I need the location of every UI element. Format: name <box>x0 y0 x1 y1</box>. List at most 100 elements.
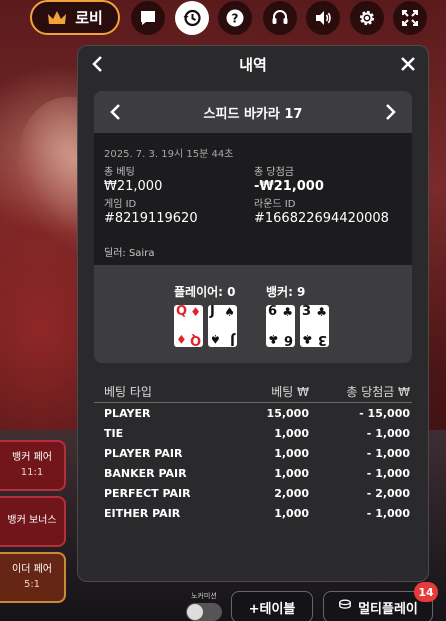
sidebet-label: 뱅커 페어 <box>12 452 52 463</box>
banker-card-1: 6 ♣ 6 ♣ <box>266 305 295 347</box>
no-commission-label: 노커미션 <box>191 592 217 600</box>
lobby-label: 로비 <box>75 9 103 27</box>
toggle-knob <box>187 604 203 620</box>
diamond-icon: ♦ <box>190 305 201 319</box>
card-rank: Q <box>189 332 201 347</box>
total-win-label: 총 당첨금 <box>254 167 294 178</box>
bet-type: BANKER PAIR <box>104 466 187 480</box>
sidebet-either-pair[interactable]: 이더 페어 5:1 <box>0 552 66 603</box>
bets-table-header: 베팅 타입 베팅 ₩ 총 당첨금 ₩ <box>94 381 412 403</box>
round-info: 2025. 7. 3. 19시 15분 44초 총 베팅 ₩21,000 총 당… <box>94 133 412 265</box>
volume-icon[interactable] <box>306 1 340 35</box>
prev-round-button[interactable] <box>106 102 126 122</box>
add-table-label: +테이블 <box>248 601 296 617</box>
table-row: PLAYER 15,000 - 15,000 <box>94 403 412 423</box>
bet-type: EITHER PAIR <box>104 506 181 520</box>
table-row: BANKER PAIR 1,000 - 1,000 <box>94 463 412 483</box>
game-name: 스피드 바카라 17 <box>203 106 303 122</box>
card-rank: 6 <box>268 304 278 319</box>
card-rank: Q <box>176 304 188 319</box>
card-rank: 6 <box>283 332 293 347</box>
club-icon: ♣ <box>302 332 313 346</box>
no-commission-toggle[interactable] <box>186 603 222 621</box>
bet-win: - 2,000 <box>366 486 410 500</box>
spade-icon: ♠ <box>210 332 221 346</box>
round-datetime: 2025. 7. 3. 19시 15분 44초 <box>104 149 234 160</box>
bet-win: - 1,000 <box>366 426 410 440</box>
bet-win: - 15,000 <box>359 406 410 420</box>
spade-icon: ♠ <box>224 305 235 319</box>
card-rank: 3 <box>317 332 327 347</box>
player-score: 플레이어: 0 <box>174 285 236 299</box>
player-card-1: Q ♦ Q ♦ <box>174 305 203 347</box>
bet-type: PLAYER PAIR <box>104 446 183 460</box>
game-id-label: 게임 ID <box>104 199 137 211</box>
bet-type: PERFECT PAIR <box>104 486 191 500</box>
round-id-value: #166822694420008 <box>254 211 389 227</box>
round-detail-header: 스피드 바카라 17 <box>94 91 412 133</box>
table-row: PERFECT PAIR 2,000 - 2,000 <box>94 483 412 503</box>
total-win-value: -₩21,000 <box>254 179 324 194</box>
col-bet-amount: 베팅 ₩ <box>271 385 309 399</box>
bet-win: - 1,000 <box>366 506 410 520</box>
round-detail-card: 스피드 바카라 17 2025. 7. 3. 19시 15분 44초 총 베팅 … <box>94 91 412 363</box>
bet-type: PLAYER <box>104 406 151 420</box>
panel-title: 내역 <box>239 55 267 74</box>
multiplay-label: 멀티플레이 <box>358 601 418 617</box>
club-icon: ♣ <box>268 332 279 346</box>
bet-win: - 1,000 <box>366 466 410 480</box>
sidebet-banker-bonus[interactable]: 뱅커 보너스 <box>0 496 66 547</box>
sidebet-odds: 11:1 <box>20 466 44 478</box>
bet-amount: 1,000 <box>274 446 309 460</box>
club-icon: ♣ <box>282 305 293 319</box>
table-row: EITHER PAIR 1,000 - 1,000 <box>94 503 412 523</box>
bet-win: - 1,000 <box>366 446 410 460</box>
bets-table: 베팅 타입 베팅 ₩ 총 당첨금 ₩ PLAYER 15,000 - 15,00… <box>94 381 412 523</box>
game-id-value: #8219119620 <box>104 211 198 227</box>
player-card-2: J ♠ J ♠ <box>208 305 237 347</box>
table-row: PLAYER PAIR 1,000 - 1,000 <box>94 443 412 463</box>
banker-card-2: 3 ♣ 3 ♣ <box>300 305 329 347</box>
card-rank: J <box>230 332 235 347</box>
fullscreen-icon[interactable] <box>393 1 427 35</box>
lobby-button[interactable]: 로비 <box>30 0 120 35</box>
headset-icon[interactable] <box>263 1 297 35</box>
col-bet-type: 베팅 타입 <box>104 385 152 399</box>
chip-stack-icon <box>338 598 352 616</box>
sidebet-label: 이더 페어 <box>12 564 52 575</box>
bet-type: TIE <box>104 426 124 440</box>
total-bet-value: ₩21,000 <box>104 179 163 194</box>
diamond-icon: ♦ <box>176 332 187 346</box>
card-rank: 3 <box>302 304 312 319</box>
crown-icon <box>47 10 67 26</box>
dealer-name: 딜러: Saira <box>104 248 155 259</box>
col-total-win: 총 당첨금 ₩ <box>346 385 410 399</box>
close-button[interactable] <box>398 54 418 74</box>
multiplay-count-badge: 14 <box>414 582 438 602</box>
sidebet-odds: 5:1 <box>23 578 41 590</box>
total-bet-label: 총 베팅 <box>104 167 135 178</box>
help-icon[interactable]: ? <box>218 1 252 35</box>
round-result: 플레이어: 0 뱅커: 9 Q ♦ Q ♦ J ♠ J ♠ 6 ♣ 6 ♣ 3 <box>94 265 412 363</box>
back-button[interactable] <box>88 54 108 74</box>
next-round-button[interactable] <box>380 102 400 122</box>
history-icon[interactable] <box>175 1 209 35</box>
settings-icon[interactable] <box>350 1 384 35</box>
card-rank: J <box>210 304 215 319</box>
add-table-button[interactable]: +테이블 <box>231 591 313 621</box>
banker-score: 뱅커: 9 <box>266 285 306 299</box>
bet-amount: 2,000 <box>274 486 309 500</box>
panel-header: 내역 <box>78 46 428 82</box>
bet-amount: 1,000 <box>274 466 309 480</box>
sidebet-banker-pair[interactable]: 뱅커 페어 11:1 <box>0 440 66 491</box>
table-row: TIE 1,000 - 1,000 <box>94 423 412 443</box>
history-panel: 내역 스피드 바카라 17 2025. 7. 3. 19시 15분 44초 총 … <box>77 45 429 582</box>
bet-amount: 1,000 <box>274 506 309 520</box>
chat-icon[interactable] <box>131 1 165 35</box>
svg-text:?: ? <box>232 12 239 26</box>
bet-amount: 1,000 <box>274 426 309 440</box>
sidebet-label: 뱅커 보너스 <box>7 515 57 527</box>
round-id-label: 라운드 ID <box>254 199 296 211</box>
club-icon: ♣ <box>316 305 327 319</box>
top-bar: 로비 ? <box>0 0 446 36</box>
